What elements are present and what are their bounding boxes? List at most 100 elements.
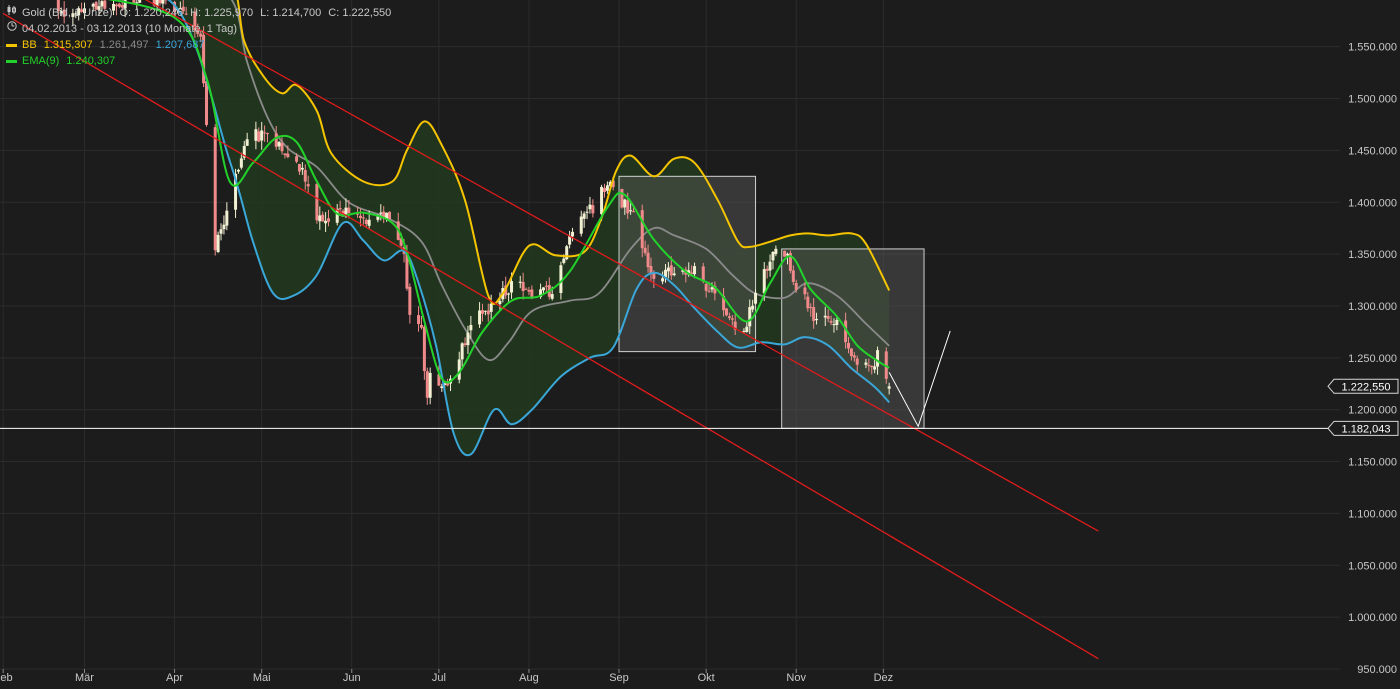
candle-body	[161, 0, 165, 4]
candle-body	[236, 169, 240, 172]
candle-body	[527, 290, 531, 292]
candle-32	[138, 0, 142, 4]
bb-upper-value: 1.315,307	[43, 39, 93, 51]
candle-body	[367, 219, 371, 226]
candle-body	[213, 127, 217, 251]
candle-body	[745, 326, 749, 333]
candle-body	[710, 287, 714, 290]
candle-body	[379, 212, 383, 214]
candle-body	[205, 81, 208, 125]
support-price-tag: 1.182,043	[1327, 420, 1399, 436]
candle-body	[640, 210, 644, 249]
y-tick-label-8: 1.350.000	[1348, 249, 1397, 261]
y-tick-label-3: 1.100.000	[1348, 508, 1397, 520]
candle-body	[469, 324, 473, 331]
candle-body	[579, 216, 583, 234]
candle-body	[216, 234, 220, 253]
candle-176	[724, 308, 728, 317]
candle-body	[550, 294, 554, 299]
candle-body	[774, 248, 778, 254]
high-value: 1.225,970	[204, 7, 254, 19]
candle-body	[463, 343, 467, 346]
candle-190	[783, 250, 787, 257]
current-price-tag: 1.222,550	[1327, 378, 1399, 394]
candle-body	[724, 308, 728, 316]
candle-body	[300, 167, 304, 170]
candle-body	[873, 366, 877, 370]
candle-body	[786, 253, 789, 256]
candle-body	[507, 293, 511, 295]
y-tick-label-2: 1.050.000	[1348, 560, 1397, 572]
candle-body	[239, 158, 243, 168]
y-tick-label-6: 1.250.000	[1348, 353, 1397, 365]
x-tick-label-1: Mär	[75, 672, 94, 684]
candle-body	[263, 132, 267, 134]
candle-body	[338, 208, 342, 210]
candle-body	[768, 261, 772, 271]
candle-body	[158, 0, 162, 4]
candle-body	[489, 303, 493, 312]
candle-body	[138, 0, 142, 3]
candle-body	[812, 307, 816, 321]
bb-lower-value: 1.207,687	[155, 39, 205, 51]
candle-body	[765, 268, 769, 271]
candle-body	[669, 265, 673, 276]
candle-body	[791, 270, 795, 282]
candle-body	[277, 141, 281, 147]
candle-body	[661, 278, 665, 282]
candle-body	[582, 213, 586, 219]
candle-body	[498, 300, 502, 305]
low-value: 1.214,700	[272, 7, 322, 19]
candle-body	[254, 129, 258, 141]
candle-body	[815, 318, 819, 321]
date-range: 04.02.2013 - 03.12.2013 (10 Monate, 1 Ta…	[22, 23, 238, 35]
candle-body	[571, 231, 575, 237]
x-tick-label-8: Okt	[698, 672, 715, 684]
candle-body	[286, 153, 290, 158]
candle-body	[315, 183, 319, 221]
candle-body	[646, 252, 650, 268]
x-tick-label-5: Jul	[432, 672, 446, 684]
candle-body	[562, 258, 566, 263]
y-tick-label-4: 1.150.000	[1348, 457, 1397, 469]
candle-body	[318, 215, 322, 222]
candle-body	[283, 153, 287, 156]
legend-ema-row[interactable]: EMA(9) 1.240,307	[6, 53, 391, 69]
candle-body	[693, 266, 697, 275]
candle-body	[521, 281, 525, 292]
candle-body	[327, 218, 331, 222]
candle-body	[588, 204, 592, 210]
candle-body	[419, 324, 423, 328]
legend-range-row: 04.02.2013 - 03.12.2013 (10 Monate, 1 Ta…	[6, 21, 391, 37]
candle-body	[794, 282, 798, 290]
y-tick-label-11: 1.500.000	[1348, 94, 1397, 106]
legend-bb-row[interactable]: BB 1.315,307 1.261,497 1.207,687	[6, 37, 391, 53]
candle-body	[245, 139, 249, 146]
ema-label: EMA(9)	[22, 55, 60, 67]
candle-body	[832, 324, 836, 326]
candle-body	[295, 156, 299, 162]
candle-body	[510, 281, 514, 293]
candle-body	[361, 217, 365, 219]
price-chart[interactable]: 950.000 1.000.000 1.050.000 1.100.000 1.150.…	[0, 0, 1400, 689]
candle-body	[266, 133, 270, 135]
candle-body	[605, 185, 609, 191]
candle-body	[835, 319, 839, 325]
candle-body	[754, 292, 758, 304]
candle-body	[847, 343, 851, 349]
candle-body	[347, 207, 351, 214]
bb-swatch	[6, 43, 17, 47]
candle-body	[727, 316, 731, 318]
candle-body	[428, 372, 432, 398]
y-tick-label-5: 1.200.000	[1348, 405, 1397, 417]
candle-body	[867, 364, 871, 366]
candle-body	[303, 170, 307, 182]
candle-body	[466, 332, 470, 346]
candle-body	[422, 326, 426, 372]
candle-body	[478, 310, 482, 325]
candle-body	[524, 288, 528, 290]
candle-body	[408, 286, 412, 315]
y-tick-label-7: 1.300.000	[1348, 301, 1397, 313]
candle-body	[742, 330, 746, 332]
candle-body	[649, 265, 653, 274]
